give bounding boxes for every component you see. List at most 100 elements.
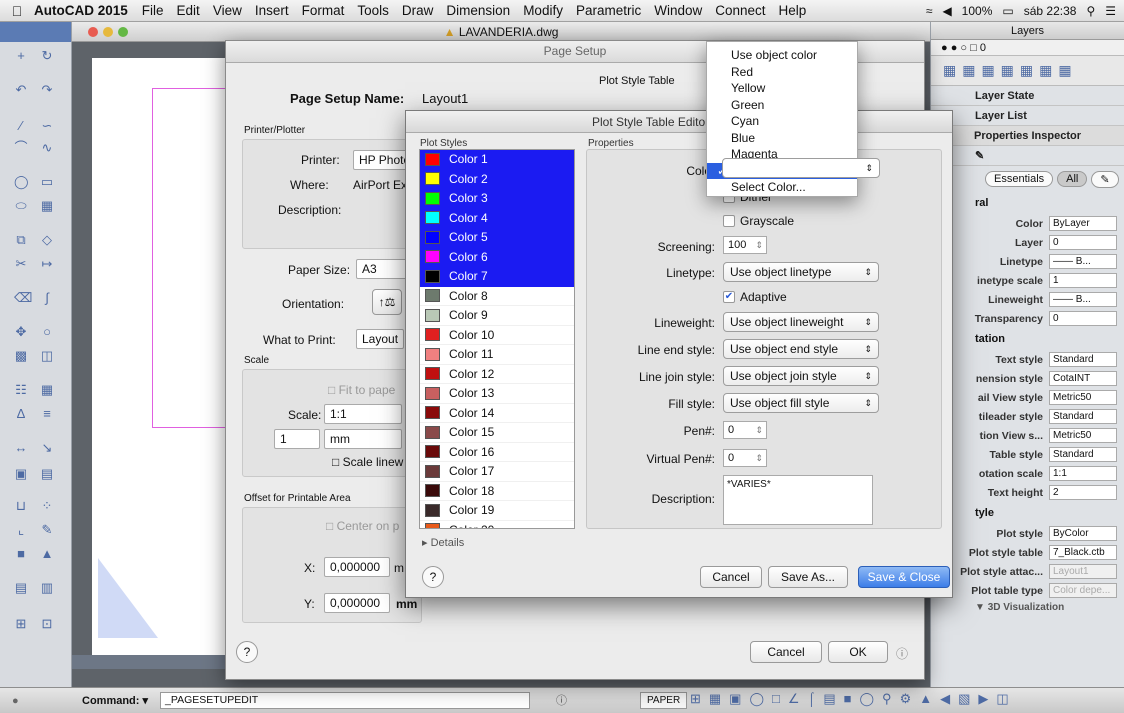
plot-style-item[interactable]: Color 9 xyxy=(420,306,574,326)
menu-modify[interactable]: Modify xyxy=(523,3,563,18)
x-offset-input[interactable]: 0,000000 xyxy=(324,557,390,577)
menu-parametric[interactable]: Parametric xyxy=(576,3,641,18)
details-disclosure[interactable]: ▸ Details xyxy=(422,536,464,549)
copy-icon[interactable]: ⧉ xyxy=(14,233,28,246)
pen-stepper-icon[interactable]: ⇕ xyxy=(755,422,763,438)
mirror-icon[interactable]: ◇ xyxy=(40,233,54,246)
layer-tools[interactable]: ▦▦▦▦▦▦▦ xyxy=(931,56,1124,86)
lineweight-select[interactable]: Use object lineweight ⇕ xyxy=(723,312,879,332)
plot-style-item[interactable]: Color 18 xyxy=(420,482,574,501)
color-menu-item[interactable]: Cyan xyxy=(707,113,857,130)
pan-icon[interactable]: ✥ xyxy=(14,325,28,338)
property-value[interactable]: —— B... xyxy=(1049,292,1117,307)
grayscale-checkbox[interactable]: Grayscale xyxy=(723,214,794,228)
current-layer[interactable]: ● ● ○ □ 0 xyxy=(931,40,1124,56)
plot-style-item[interactable]: Color 8 xyxy=(420,287,574,306)
property-value[interactable]: CotaINT xyxy=(1049,371,1117,386)
property-value[interactable]: Standard xyxy=(1049,447,1117,462)
plot-style-item[interactable]: Color 11 xyxy=(420,345,574,365)
trim-icon[interactable]: ✂ xyxy=(14,257,28,270)
plot-style-item[interactable]: Color 10 xyxy=(420,326,574,345)
color-menu-item[interactable]: Select Color... xyxy=(707,179,857,196)
measure-icon[interactable]: ⊔ xyxy=(14,499,28,512)
color-menu-item[interactable]: Green xyxy=(707,97,857,114)
what-to-print-select[interactable]: Layout xyxy=(356,329,404,349)
layout-tabs-bar[interactable] xyxy=(72,655,232,669)
property-value[interactable]: 7_Black.ctb xyxy=(1049,545,1117,560)
property-value[interactable]: Standard xyxy=(1049,352,1117,367)
color-menu-item[interactable]: Blue xyxy=(707,130,857,147)
plot-style-item[interactable]: Color 19 xyxy=(420,501,574,521)
property-value[interactable]: 1 xyxy=(1049,273,1117,288)
dimension-icon[interactable]: ↔ xyxy=(14,441,28,454)
viewport-icon[interactable]: ▣ xyxy=(14,467,28,480)
pencil-icon[interactable]: ✎ xyxy=(40,523,54,536)
zoom-window-icon[interactable] xyxy=(118,27,128,37)
property-value[interactable]: —— B... xyxy=(1049,254,1117,269)
menu-tools[interactable]: Tools xyxy=(357,3,389,18)
description-textarea[interactable]: *VARIES* xyxy=(723,475,873,525)
property-value[interactable]: Standard xyxy=(1049,409,1117,424)
redo-icon[interactable]: ↷ xyxy=(40,83,54,96)
fill-style-select[interactable]: Use object fill style ⇕ xyxy=(723,393,879,413)
app-menu[interactable]: AutoCAD 2015 xyxy=(34,3,128,18)
linetype-select[interactable]: Use object linetype ⇕ xyxy=(723,262,879,282)
virtual-pen-stepper-icon[interactable]: ⇕ xyxy=(755,450,763,466)
command-label[interactable]: Command: ▾ xyxy=(82,694,148,707)
y-offset-input[interactable]: 0,000000 xyxy=(324,593,390,613)
scale-unit-input[interactable]: 1 xyxy=(274,429,320,449)
color-select[interactable]: ⇕ xyxy=(722,158,880,178)
plot-style-item[interactable]: Color 5 xyxy=(420,228,574,248)
save-and-close-button[interactable]: Save & Close xyxy=(858,566,950,588)
leader-icon[interactable]: ↘ xyxy=(40,441,54,454)
menu-help[interactable]: Help xyxy=(779,3,807,18)
boundary-icon[interactable]: ⌞ xyxy=(14,523,28,536)
ellipse-icon[interactable]: ⬭ xyxy=(14,199,28,212)
move-icon[interactable]: + xyxy=(14,49,28,62)
wifi-icon[interactable]: ≈ xyxy=(926,4,933,18)
point-icon[interactable]: ⁘ xyxy=(40,499,54,512)
battery-status[interactable]: 100% xyxy=(962,4,993,18)
adaptive-checkbox[interactable]: ✔ Adaptive xyxy=(723,290,787,304)
screening-input[interactable]: 100 ⇕ xyxy=(723,236,767,254)
menu-insert[interactable]: Insert xyxy=(255,3,289,18)
center-plot-checkbox[interactable]: □ Center on p xyxy=(326,519,399,533)
property-value[interactable]: 2 xyxy=(1049,485,1117,500)
pen-input[interactable]: 0 ⇕ xyxy=(723,421,767,439)
editor-cancel-button[interactable]: Cancel xyxy=(700,566,762,588)
text-icon[interactable]: ∆ xyxy=(14,407,28,420)
tab-essentials[interactable]: Essentials xyxy=(985,171,1054,187)
table-icon[interactable]: ▦ xyxy=(40,383,54,396)
scale-icon[interactable]: ▥ xyxy=(40,581,54,594)
close-window-icon[interactable] xyxy=(88,27,98,37)
layer-tool-icon[interactable]: ▦▦▦▦▦▦▦ xyxy=(943,62,1078,78)
line-icon[interactable]: ∕ xyxy=(14,119,28,132)
statusbar-grip-icon[interactable]: ● xyxy=(12,695,19,707)
menu-draw[interactable]: Draw xyxy=(402,3,434,18)
menu-window[interactable]: Window xyxy=(654,3,702,18)
quick-select-icon[interactable]: ✎ xyxy=(1091,170,1119,188)
scale-lineweights-checkbox[interactable]: □ Scale linew xyxy=(332,455,403,469)
3d-visualization-header[interactable]: ▼ 3D Visualization xyxy=(931,600,1124,616)
erase-icon[interactable]: ⌫ xyxy=(14,291,32,304)
plot-style-item[interactable]: Color 4 xyxy=(420,208,574,228)
polyline-icon[interactable]: ∽ xyxy=(40,119,54,132)
general-section-header[interactable]: ral xyxy=(931,192,1124,214)
clock[interactable]: sáb 22:38 xyxy=(1024,4,1077,18)
property-value[interactable]: 1:1 xyxy=(1049,466,1117,481)
plot-style-item[interactable]: Color 17 xyxy=(420,462,574,482)
property-value[interactable]: ByLayer xyxy=(1049,216,1117,231)
plot-style-item[interactable]: Color 12 xyxy=(420,365,574,384)
paper-space-toggle[interactable]: PAPER xyxy=(640,692,688,709)
command-history-icon[interactable]: ⓘ xyxy=(556,692,567,708)
property-value[interactable]: Metric50 xyxy=(1049,428,1117,443)
scale-unit-select[interactable]: mm xyxy=(324,429,402,449)
mtext-icon[interactable]: ≡ xyxy=(40,407,54,420)
property-value[interactable]: Metric50 xyxy=(1049,390,1117,405)
circle-icon[interactable]: ◯ xyxy=(14,175,29,188)
page-setup-ok-button[interactable]: OK xyxy=(828,641,888,663)
plot-style-item[interactable]: Color 3 xyxy=(420,189,574,209)
tab-all[interactable]: All xyxy=(1057,171,1088,187)
plot-style-item[interactable]: Color 15 xyxy=(420,423,574,443)
plot-style-item[interactable]: Color 14 xyxy=(420,404,574,423)
